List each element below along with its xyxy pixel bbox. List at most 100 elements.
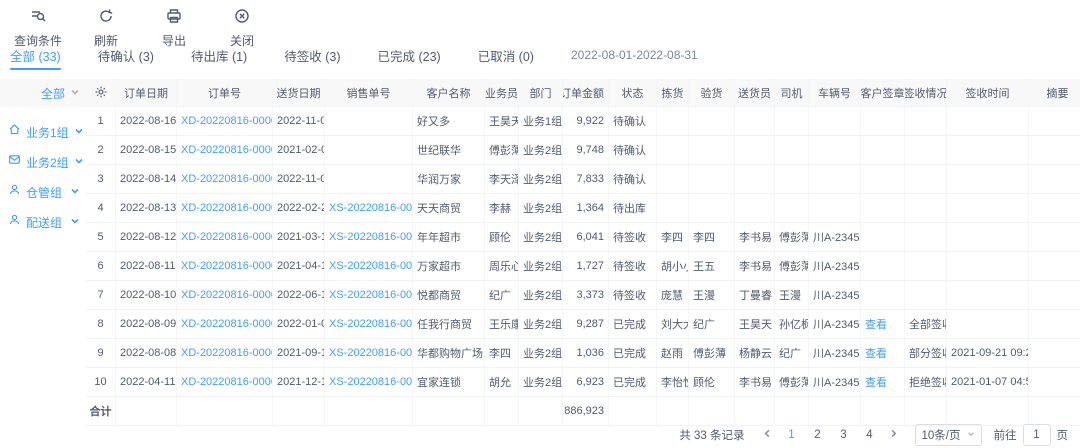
- order_no-link[interactable]: XD-20220816-000017: [181, 115, 273, 127]
- total-cell-sign_time: [947, 397, 1029, 425]
- view-sign-link[interactable]: 查看: [865, 316, 887, 332]
- column-header-sign: 客户签章: [861, 79, 905, 107]
- page-number-4[interactable]: 4: [861, 426, 879, 444]
- cell-checker: 傅彭薄: [689, 339, 735, 367]
- order_no-link[interactable]: XD-20220816-000012: [181, 289, 273, 301]
- tab-待出库[interactable]: 待出库 (1): [191, 46, 247, 70]
- column-header-vehicle: 车辆号: [809, 79, 861, 107]
- order_no-link[interactable]: XD-20220816-000016: [181, 173, 273, 185]
- view-sign-link[interactable]: 查看: [865, 374, 887, 390]
- sales_no-link[interactable]: XS-20220816-000009: [329, 376, 413, 388]
- export-tool-button[interactable]: 导出: [140, 8, 208, 49]
- cell-summary: [1029, 252, 1080, 280]
- cell-order_no: XD-20220816-000011: [177, 310, 273, 338]
- tab-待确认[interactable]: 待确认 (3): [98, 46, 154, 70]
- cell-idx: 7: [86, 281, 116, 309]
- cell-sign_time: [947, 310, 1029, 338]
- view-sign-link[interactable]: 查看: [865, 345, 887, 361]
- cell-delivery_date: 2022-01-09: [273, 310, 325, 338]
- tab-已取消[interactable]: 已取消 (0): [478, 46, 534, 70]
- cell-delivery_date: 2022-11-07: [273, 107, 325, 135]
- total-cell-picker: [657, 397, 689, 425]
- column-header-deliverer: 送货员: [735, 79, 775, 107]
- order_no-link[interactable]: XD-20220816-000014: [181, 231, 273, 243]
- cell-vehicle: 川A-234561: [809, 223, 861, 251]
- order_no-link[interactable]: XD-20220816-000010: [181, 347, 273, 359]
- cell-sales_no: XS-20220816-000011: [325, 310, 413, 338]
- order_no-link[interactable]: XD-20220816-000009: [181, 376, 273, 388]
- page-number-2[interactable]: 2: [809, 426, 827, 444]
- cell-summary: [1029, 368, 1080, 396]
- chevron-down-icon: [967, 429, 975, 441]
- tab-全部[interactable]: 全部 (33): [10, 46, 61, 70]
- tool-label: 导出: [162, 32, 186, 49]
- cell-idx: 1: [86, 107, 116, 135]
- cell-driver: 傅彭薄: [775, 368, 809, 396]
- sidebar-item-配送组[interactable]: 配送组: [0, 207, 86, 237]
- cell-deliverer: [735, 107, 775, 135]
- cell-amount: 9,748: [563, 136, 609, 164]
- cell-customer: 华都购物广场: [413, 339, 485, 367]
- cell-status: 待签收: [609, 281, 657, 309]
- sales_no-link[interactable]: XS-20220816-000015: [329, 202, 413, 214]
- prev-page-button[interactable]: [759, 426, 777, 444]
- cell-delivery_date: 2021-09-13: [273, 339, 325, 367]
- sidebar-group-selector[interactable]: 全部: [0, 79, 86, 107]
- cell-picker: 庞慧: [657, 281, 689, 309]
- cell-amount: 6,041: [563, 223, 609, 251]
- page-number-1[interactable]: 1: [783, 426, 801, 444]
- home-icon: [8, 123, 21, 141]
- refresh-tool-button[interactable]: 刷新: [72, 8, 140, 49]
- total-row: 合计886,923: [86, 397, 1080, 426]
- sales_no-link[interactable]: XS-20220816-000014: [329, 231, 413, 243]
- toolbar: 查询条件刷新导出关闭: [0, 0, 1080, 44]
- close-tool-button[interactable]: 关闭: [208, 8, 276, 49]
- sidebar-item-业务2组[interactable]: 业务2组: [0, 147, 86, 177]
- goto-label: 前往: [994, 427, 1017, 443]
- cell-order_date: 2022-08-09: [116, 310, 177, 338]
- cell-picker: [657, 165, 689, 193]
- total-cell-sales_no: [325, 397, 413, 425]
- cell-idx: 5: [86, 223, 116, 251]
- tab-待签收[interactable]: 待签收 (3): [284, 46, 340, 70]
- cell-checker: [689, 107, 735, 135]
- cell-salesman: 李赫: [485, 194, 519, 222]
- cell-sign_status: [905, 107, 947, 135]
- page-number-3[interactable]: 3: [835, 426, 853, 444]
- column-settings-header[interactable]: [86, 79, 116, 107]
- cell-vehicle: 川A-234561: [809, 252, 861, 280]
- table-row: 32022-08-14XD-20220816-0000162022-11-01华…: [86, 165, 1080, 194]
- sales_no-link[interactable]: XS-20220816-000012: [329, 289, 413, 301]
- filter-search-tool-button[interactable]: 查询条件: [4, 8, 72, 49]
- goto-page-input[interactable]: [1023, 424, 1051, 446]
- cell-dept: 业务2组: [519, 194, 563, 222]
- order_no-link[interactable]: XD-20220816-000013: [181, 260, 273, 272]
- cell-summary: [1029, 339, 1080, 367]
- sidebar-item-仓管组[interactable]: 仓管组: [0, 177, 86, 207]
- sales_no-link[interactable]: XS-20220816-000013: [329, 260, 413, 272]
- table-row: 52022-08-12XD-20220816-0000142021-03-12X…: [86, 223, 1080, 252]
- cell-sign_status: 拒绝签收: [905, 368, 947, 396]
- next-page-button[interactable]: [885, 426, 903, 444]
- refresh-icon: [98, 8, 114, 29]
- tab-已完成[interactable]: 已完成 (23): [378, 46, 441, 70]
- cell-deliverer: 李书易: [735, 368, 775, 396]
- gear-icon: [94, 85, 108, 102]
- order_no-link[interactable]: XD-20220816-000011: [181, 318, 273, 330]
- sales_no-link[interactable]: XS-20220816-000010: [329, 347, 413, 359]
- cell-order_no: XD-20220816-000014: [177, 223, 273, 251]
- order_no-link[interactable]: XD-20220816-000017: [181, 144, 273, 156]
- sidebar-item-业务1组[interactable]: 业务1组: [0, 117, 86, 147]
- cell-status: 已完成: [609, 368, 657, 396]
- sales_no-link[interactable]: XS-20220816-000011: [329, 318, 413, 330]
- cell-status: 已完成: [609, 339, 657, 367]
- cell-deliverer: [735, 165, 775, 193]
- cell-dept: 业务2组: [519, 136, 563, 164]
- page-size-select[interactable]: 10条/页: [915, 424, 982, 446]
- column-header-sign_status: 签收情况: [905, 79, 947, 107]
- cell-picker: [657, 107, 689, 135]
- cell-sign_status: [905, 194, 947, 222]
- cell-deliverer: [735, 136, 775, 164]
- cell-order_date: 2022-08-13: [116, 194, 177, 222]
- order_no-link[interactable]: XD-20220816-000015: [181, 202, 273, 214]
